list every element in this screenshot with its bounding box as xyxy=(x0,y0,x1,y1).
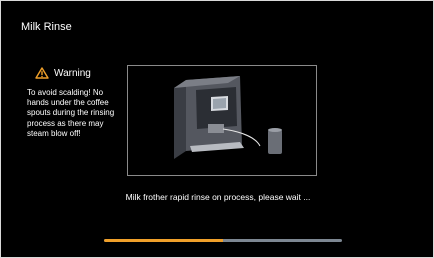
rinse-progress-fill xyxy=(104,239,223,242)
rinse-progress-bar xyxy=(104,239,342,242)
warning-header: Warning xyxy=(35,67,91,79)
page-title: Milk Rinse xyxy=(21,21,72,33)
milk-rinse-screen: Milk Rinse Warning To avoid scalding! No… xyxy=(0,0,434,258)
warning-label: Warning xyxy=(54,67,91,79)
warning-message: To avoid scalding! No hands under the co… xyxy=(27,88,115,138)
machine-illustration-frame xyxy=(127,65,317,176)
status-message: Milk frother rapid rinse on process, ple… xyxy=(125,192,311,202)
coffee-machine-illustration xyxy=(174,76,282,159)
warning-triangle-icon xyxy=(35,67,49,79)
